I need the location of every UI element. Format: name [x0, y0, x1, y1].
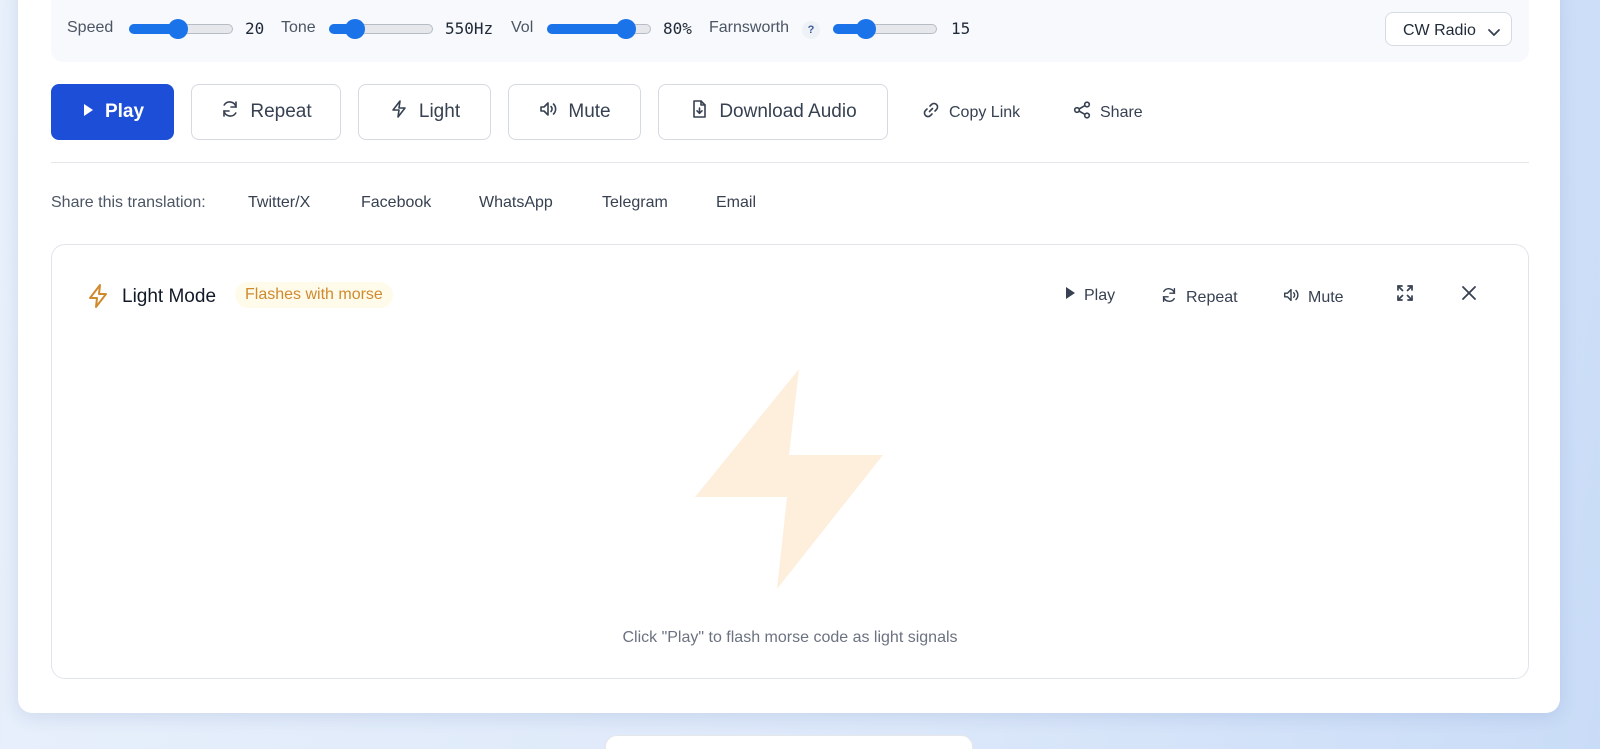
chevron-down-icon [1487, 25, 1501, 43]
farnsworth-value: 15 [951, 19, 971, 38]
repeat-icon [1160, 286, 1178, 309]
farnsworth-help-badge[interactable]: ? [802, 21, 820, 39]
next-section-card [605, 735, 973, 749]
speed-value: 20 [245, 19, 265, 38]
share-translation-label: Share this translation: [51, 194, 206, 211]
tone-label: Tone [281, 19, 316, 36]
light-repeat-button[interactable]: Repeat [1160, 286, 1238, 309]
repeat-button[interactable]: Repeat [191, 84, 341, 140]
speaker-icon [538, 99, 558, 125]
light-button-label: Light [418, 101, 461, 122]
play-button-label: Play [104, 101, 145, 122]
share-label: Share [1100, 103, 1143, 121]
farnsworth-label: Farnsworth [709, 19, 790, 36]
vol-label: Vol [511, 19, 534, 36]
play-icon [1064, 286, 1076, 305]
download-audio-label: Download Audio [719, 101, 857, 122]
repeat-icon [220, 99, 240, 125]
share-whatsapp-link[interactable]: WhatsApp [479, 194, 553, 212]
share-icon [1072, 100, 1092, 125]
repeat-button-label: Repeat [250, 101, 312, 122]
speaker-icon [1282, 286, 1300, 309]
copy-link-label: Copy Link [949, 103, 1021, 121]
download-audio-button[interactable]: Download Audio [658, 84, 888, 140]
tone-slider[interactable] [329, 19, 433, 39]
light-repeat-label: Repeat [1186, 288, 1238, 306]
preset-select[interactable]: CW Radio [1385, 12, 1512, 46]
link-icon [921, 100, 941, 125]
lightning-icon [389, 99, 409, 125]
light-play-button[interactable]: Play [1064, 286, 1115, 305]
preset-select-value: CW Radio [1403, 22, 1476, 39]
mute-button-label: Mute [568, 101, 611, 122]
lightning-placeholder-icon [693, 369, 905, 594]
light-mute-label: Mute [1308, 288, 1344, 306]
light-mute-button[interactable]: Mute [1282, 286, 1344, 309]
speed-slider[interactable] [129, 19, 233, 39]
audio-controls: Speed 20 Tone 550Hz Vol 80% Farnsworth ?… [51, 0, 1529, 62]
file-download-icon [689, 99, 709, 125]
speed-label: Speed [67, 19, 114, 36]
light-mode-badge: Flashes with morse [235, 282, 393, 308]
share-facebook-link[interactable]: Facebook [361, 194, 431, 212]
light-button[interactable]: Light [358, 84, 491, 140]
section-divider [51, 162, 1529, 163]
share-twitter-link[interactable]: Twitter/X [248, 194, 310, 212]
volume-slider[interactable] [547, 19, 651, 39]
fullscreen-icon[interactable] [1395, 283, 1415, 308]
share-button[interactable]: Share [1072, 100, 1143, 125]
light-play-label: Play [1084, 286, 1116, 304]
farnsworth-slider[interactable] [833, 19, 937, 39]
light-mode-title: Light Mode [122, 286, 217, 307]
light-mode-panel: Light Mode Flashes with morse Play Repea… [51, 244, 1529, 679]
play-button[interactable]: Play [51, 84, 174, 140]
light-mode-hint: Click "Play" to flash morse code as ligh… [622, 629, 958, 646]
close-icon[interactable] [1460, 284, 1478, 307]
share-telegram-link[interactable]: Telegram [602, 194, 668, 212]
vol-value: 80% [663, 19, 692, 38]
mute-button[interactable]: Mute [508, 84, 641, 140]
share-email-link[interactable]: Email [716, 194, 756, 212]
play-icon [81, 101, 95, 123]
lightning-icon [86, 283, 110, 314]
copy-link-button[interactable]: Copy Link [921, 100, 1020, 125]
tone-value: 550Hz [445, 19, 494, 38]
